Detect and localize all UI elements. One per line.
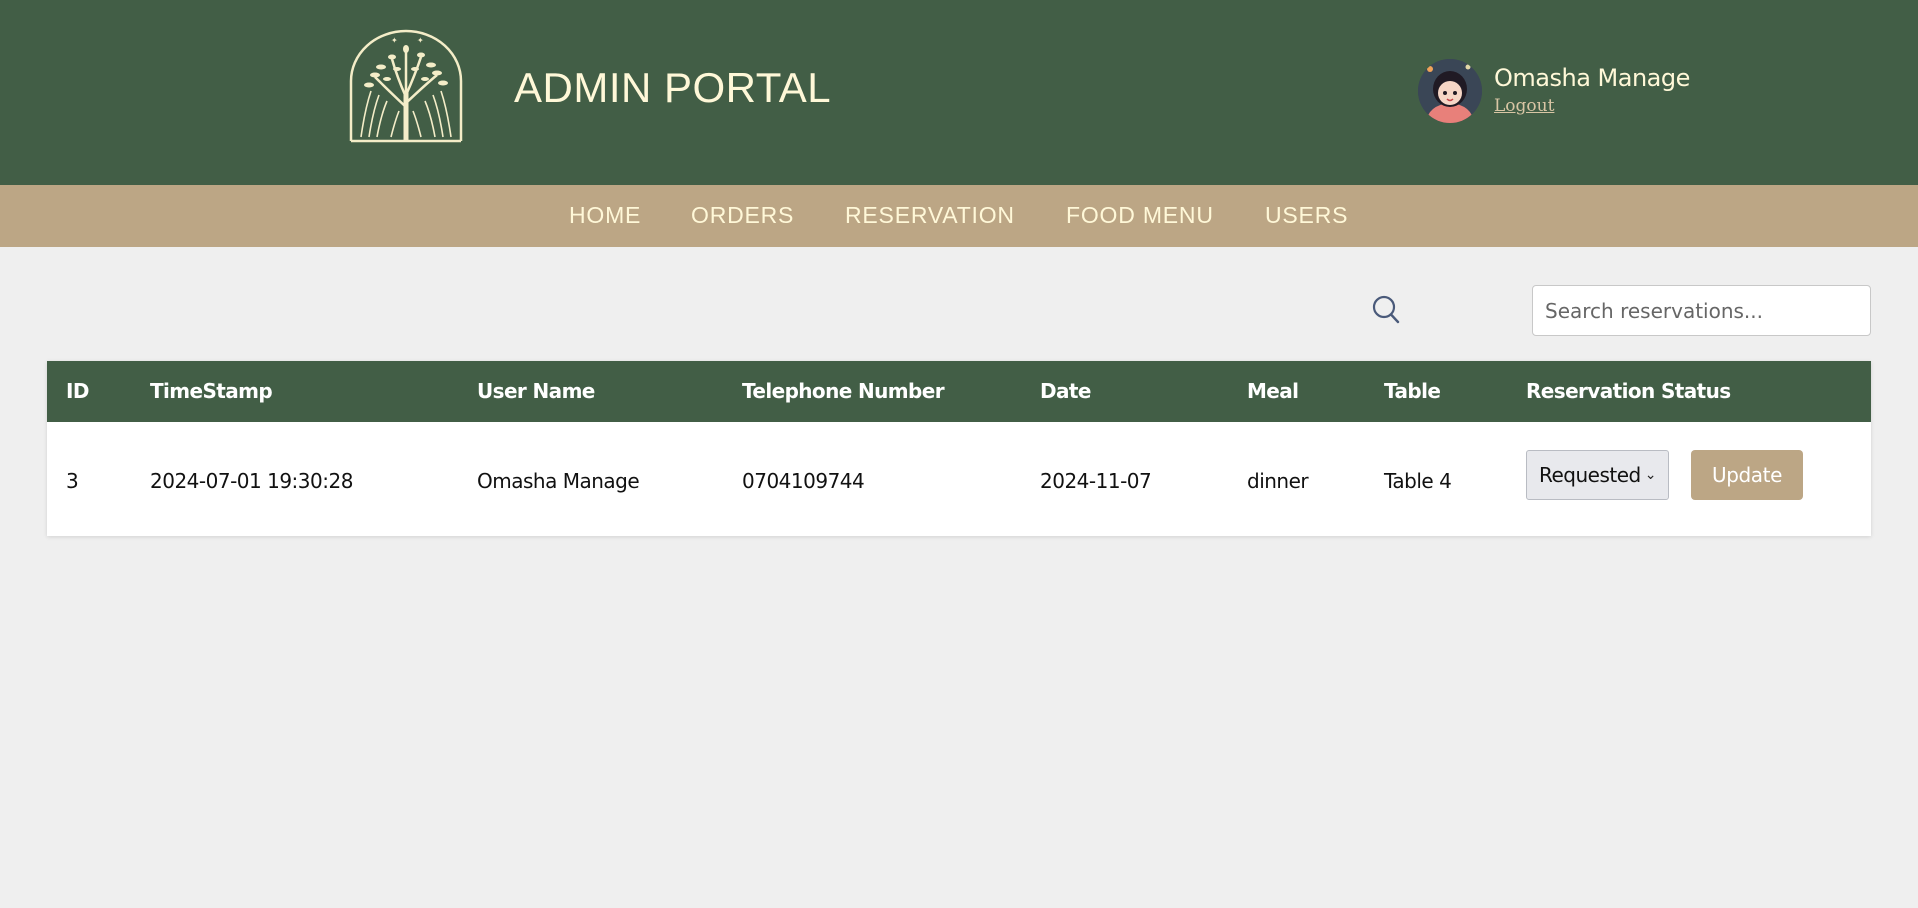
column-header-meal: Meal: [1247, 379, 1299, 403]
cell-user-name: Omasha Manage: [477, 469, 640, 493]
svg-text:✦: ✦: [417, 36, 424, 45]
reservations-table: ID TimeStamp User Name Telephone Number …: [47, 361, 1871, 536]
cell-telephone: 0704109744: [742, 469, 865, 493]
portal-title: ADMIN PORTAL: [514, 64, 832, 111]
column-header-status: Reservation Status: [1526, 379, 1731, 403]
table-header: ID TimeStamp User Name Telephone Number …: [47, 361, 1871, 422]
nav-item-users[interactable]: USERS: [1265, 202, 1348, 229]
column-header-date: Date: [1040, 379, 1091, 403]
update-button[interactable]: Update: [1691, 450, 1803, 500]
cell-date: 2024-11-07: [1040, 469, 1152, 493]
cell-meal: dinner: [1247, 469, 1309, 493]
header-bar: ✦ ✦ ADMIN PORTAL Omasha Manage Logout: [0, 0, 1918, 185]
reservation-status-select[interactable]: Requested ⌄: [1526, 450, 1669, 500]
column-header-telephone: Telephone Number: [742, 379, 945, 403]
svg-text:✦: ✦: [391, 36, 398, 45]
nav-item-orders[interactable]: ORDERS: [691, 202, 794, 229]
avatar-icon: [1418, 59, 1482, 123]
main-nav: HOME ORDERS RESERVATION FOOD MENU USERS: [0, 185, 1918, 247]
cell-table: Table 4: [1384, 469, 1452, 493]
nav-item-home[interactable]: HOME: [569, 202, 641, 229]
column-header-user-name: User Name: [477, 379, 595, 403]
user-avatar[interactable]: [1418, 59, 1482, 123]
user-name: Omasha Manage: [1494, 64, 1690, 92]
nav-item-reservation[interactable]: RESERVATION: [845, 202, 1015, 229]
chevron-down-icon: ⌄: [1644, 467, 1657, 483]
column-header-id: ID: [66, 379, 89, 403]
logout-link[interactable]: Logout: [1494, 96, 1554, 116]
tree-logo-icon: ✦ ✦: [349, 29, 463, 143]
search-icon[interactable]: [1372, 295, 1400, 325]
search-input[interactable]: [1532, 285, 1871, 336]
cell-timestamp: 2024-07-01 19:30:28: [150, 469, 353, 493]
nav-item-food-menu[interactable]: FOOD MENU: [1066, 202, 1214, 229]
status-select-value: Requested: [1539, 463, 1641, 487]
column-header-table: Table: [1384, 379, 1441, 403]
column-header-timestamp: TimeStamp: [150, 379, 273, 403]
cell-id: 3: [66, 469, 79, 493]
